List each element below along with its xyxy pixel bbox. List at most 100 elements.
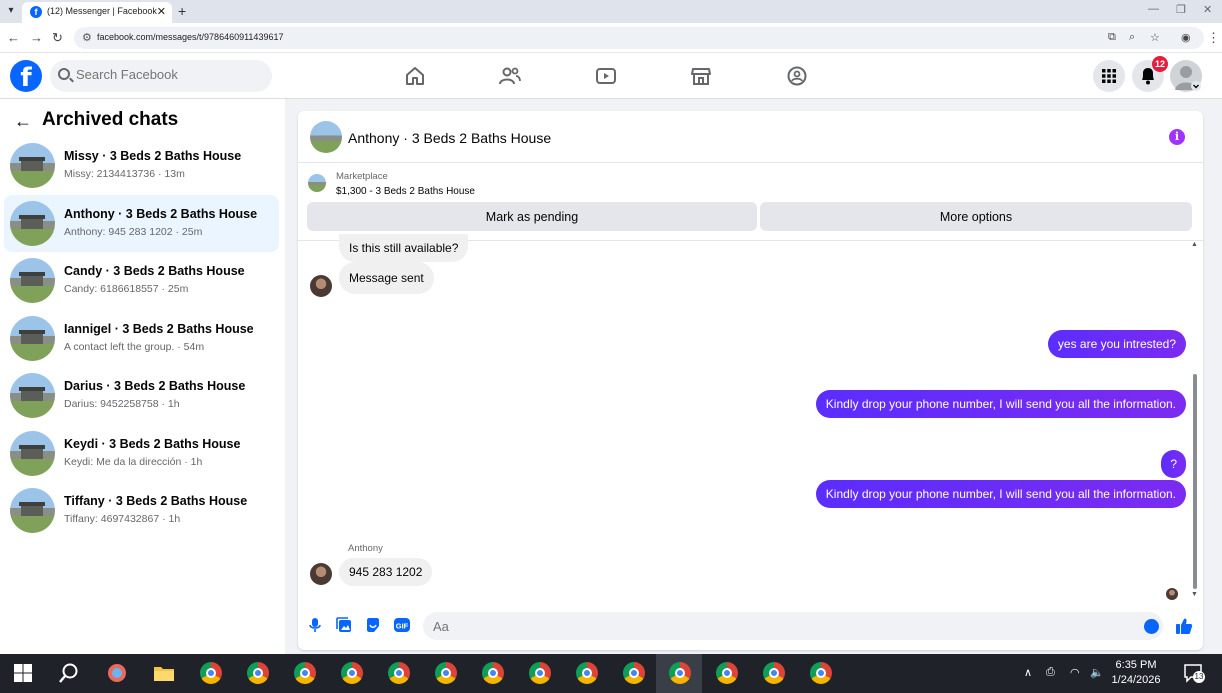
account-avatar[interactable] — [1170, 60, 1202, 92]
conversation-header: Anthony · 3 Beds 2 Baths House i — [298, 111, 1203, 163]
message-input[interactable] — [423, 612, 1163, 640]
tab-search-icon[interactable]: ▾ — [4, 4, 18, 18]
groups-icon[interactable] — [786, 66, 808, 86]
message-bubble[interactable]: yes are you intrested? — [1047, 330, 1186, 358]
volume-icon[interactable]: 🔈 — [1090, 666, 1104, 679]
chat-preview: Tiffany: 4697432867 · 1h — [64, 513, 181, 525]
facebook-favicon-icon: f — [30, 6, 42, 18]
home-icon[interactable] — [404, 66, 426, 86]
chrome-profile-icon[interactable] — [669, 662, 691, 684]
meet-now-icon[interactable]: ⎙ — [1046, 666, 1055, 679]
mark-as-pending-button[interactable]: Mark as pending — [307, 202, 757, 231]
watch-icon[interactable] — [595, 66, 617, 86]
profile-icon[interactable]: ◉ — [1181, 31, 1191, 44]
photo-icon[interactable] — [336, 617, 352, 633]
conversation-avatar[interactable] — [310, 121, 342, 153]
message-bubble[interactable]: Kindly drop your phone number, I will se… — [815, 390, 1186, 418]
chrome-profile-icon[interactable] — [247, 662, 269, 684]
svg-text:GIF: GIF — [396, 622, 409, 631]
info-icon[interactable]: i — [1169, 129, 1185, 145]
chrome-profile-icon[interactable] — [388, 662, 410, 684]
listing-thumbnail[interactable] — [308, 174, 326, 192]
menu-grid-button[interactable] — [1093, 60, 1125, 92]
chrome-profile-icon[interactable] — [763, 662, 785, 684]
notifications-button[interactable]: 12 — [1132, 56, 1168, 92]
wifi-icon[interactable]: ◠ — [1070, 666, 1080, 679]
zoom-icon[interactable]: ⌕ — [1129, 31, 1135, 44]
taskbar-clock[interactable]: 6:35 PM 1/24/2026 — [1106, 658, 1166, 688]
windows-start-icon[interactable] — [12, 662, 34, 684]
chat-item-missy[interactable]: Missy · 3 Beds 2 Baths House Missy: 2134… — [4, 137, 279, 194]
tab-title: (12) Messenger | Facebook — [47, 6, 157, 16]
search-input[interactable] — [76, 67, 261, 82]
chrome-profile-icon[interactable] — [576, 662, 598, 684]
listing-title[interactable]: $1,300 - 3 Beds 2 Baths House — [336, 186, 475, 197]
chrome-profile-icon[interactable] — [294, 662, 316, 684]
copilot-icon[interactable] — [106, 662, 128, 684]
reload-icon[interactable]: ↻ — [52, 30, 63, 46]
chat-name: Darius · 3 Beds 2 Baths House — [64, 379, 246, 393]
friends-icon[interactable] — [499, 66, 521, 86]
notification-count: 13 — [1193, 671, 1205, 683]
chrome-profile-icon[interactable] — [482, 662, 504, 684]
window-close-icon[interactable]: ✕ — [1203, 3, 1212, 16]
microphone-icon[interactable] — [307, 617, 323, 633]
taskbar-search-icon[interactable] — [58, 662, 80, 684]
chrome-profile-icon[interactable] — [623, 662, 645, 684]
minimize-icon[interactable]: — — [1148, 3, 1159, 15]
tray-overflow-icon[interactable]: ∧ — [1024, 666, 1032, 679]
chat-preview: Candy: 6186618557 · 25m — [64, 283, 189, 295]
scrollbar-thumb[interactable] — [1193, 374, 1197, 589]
message-scrollbar[interactable]: ▲ ▼ — [1191, 241, 1199, 603]
conversation-title[interactable]: Anthony · 3 Beds 2 Baths House — [348, 130, 551, 146]
chat-name: Iannigel · 3 Beds 2 Baths House — [64, 322, 254, 336]
chat-item-iannigel[interactable]: Iannigel · 3 Beds 2 Baths House A contac… — [4, 310, 279, 367]
search-box[interactable] — [50, 60, 272, 92]
chrome-profile-icon[interactable] — [716, 662, 738, 684]
sticker-icon[interactable] — [365, 617, 381, 633]
address-bar[interactable]: ⚙ facebook.com/messages/t/97864609114396… — [74, 27, 1204, 49]
emoji-icon[interactable] — [1144, 619, 1159, 634]
facebook-logo-icon[interactable]: f — [10, 60, 42, 93]
facebook-header: f 12 — [0, 53, 1222, 99]
chrome-profile-icon[interactable] — [341, 662, 363, 684]
gif-icon[interactable]: GIF — [393, 617, 411, 633]
chat-item-tiffany[interactable]: Tiffany · 3 Beds 2 Baths House Tiffany: … — [4, 482, 279, 539]
message-bubble[interactable]: ? — [1161, 450, 1186, 478]
url-text: facebook.com/messages/t/9786460911439617 — [97, 32, 284, 42]
chat-preview: A contact left the group. · 54m — [64, 341, 205, 353]
file-explorer-icon[interactable] — [153, 662, 175, 684]
chat-item-candy[interactable]: Candy · 3 Beds 2 Baths House Candy: 6186… — [4, 252, 279, 309]
message-bubble[interactable]: Message sent — [339, 262, 434, 294]
chrome-icon[interactable] — [200, 662, 222, 684]
back-icon[interactable]: ← — [7, 30, 20, 45]
browser-menu-icon[interactable]: ⋮ — [1207, 30, 1220, 46]
seen-receipt-avatar — [1166, 588, 1178, 600]
install-icon[interactable]: ⧉ — [1108, 31, 1116, 44]
back-arrow-icon[interactable]: ← — [14, 111, 32, 132]
site-info-icon[interactable]: ⚙ — [82, 31, 92, 44]
restore-icon[interactable]: ❐ — [1176, 3, 1186, 16]
browser-tab[interactable]: f (12) Messenger | Facebook ✕ — [22, 2, 172, 23]
scroll-down-icon[interactable]: ▼ — [1191, 591, 1198, 598]
more-options-button[interactable]: More options — [760, 202, 1192, 231]
bookmark-star-icon[interactable]: ☆ — [1150, 31, 1160, 44]
scroll-up-icon[interactable]: ▲ — [1191, 241, 1198, 248]
chrome-profile-icon[interactable] — [810, 662, 832, 684]
tab-close-icon[interactable]: ✕ — [157, 5, 166, 18]
chat-avatar — [10, 431, 55, 476]
notification-center-icon[interactable]: 13 — [1183, 663, 1205, 683]
browser-toolbar: ← → ↻ ⚙ facebook.com/messages/t/97864609… — [0, 23, 1222, 53]
message-bubble[interactable]: Is this still available? — [339, 234, 469, 262]
chat-item-anthony[interactable]: Anthony · 3 Beds 2 Baths House Anthony: … — [4, 195, 279, 252]
chrome-profile-icon[interactable] — [529, 662, 551, 684]
marketplace-icon[interactable] — [690, 66, 712, 86]
message-bubble[interactable]: Kindly drop your phone number, I will se… — [815, 480, 1186, 508]
message-bubble[interactable]: 945 283 1202 — [339, 558, 433, 586]
new-tab-icon[interactable]: + — [178, 3, 186, 19]
chat-item-keydi[interactable]: Keydi · 3 Beds 2 Baths House Keydi: Me d… — [4, 425, 279, 482]
thumbs-up-icon[interactable] — [1175, 617, 1193, 635]
chat-item-darius[interactable]: Darius · 3 Beds 2 Baths House Darius: 94… — [4, 367, 279, 424]
forward-icon[interactable]: → — [30, 30, 43, 45]
chrome-profile-icon[interactable] — [435, 662, 457, 684]
